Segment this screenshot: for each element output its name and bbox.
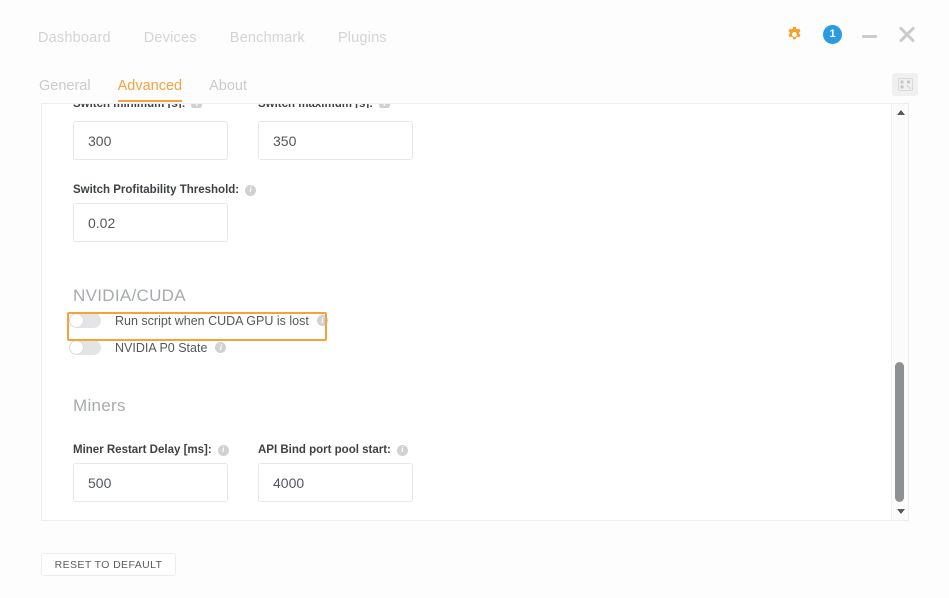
tab-advanced[interactable]: Advanced: [117, 78, 183, 102]
section-heading-miners: Miners: [73, 396, 126, 415]
switch-minimum-label-text: Switch minimum [s]:: [73, 104, 185, 108]
nav-item-plugins[interactable]: Plugins: [338, 30, 387, 46]
settings-tabs: General Advanced About: [39, 78, 247, 102]
miner-restart-delay-label: Miner Restart Delay [ms]: i: [73, 444, 229, 456]
toggle-nvidia-p0-state-label-text: NVIDIA P0 State: [115, 340, 208, 355]
api-bind-port-pool-start-label-text: API Bind port pool start:: [258, 444, 391, 456]
switch-maximum-label: Switch maximum [s]: i: [258, 104, 413, 108]
switch-minimum-field: [73, 121, 228, 160]
toggle-nvidia-p0-state[interactable]: [69, 340, 101, 355]
section-heading-nvidia: NVIDIA/CUDA: [73, 286, 186, 305]
toggle-row-run-script: Run script when CUDA GPU is lost i: [69, 313, 328, 328]
switch-profitability-field: Switch Profitability Threshold: i: [73, 184, 257, 242]
window-controls: 1: [785, 24, 917, 44]
miner-restart-delay-label-text: Miner Restart Delay [ms]:: [73, 444, 212, 456]
switch-profitability-label: Switch Profitability Threshold: i: [73, 184, 257, 196]
nav-item-dashboard[interactable]: Dashboard: [38, 30, 111, 46]
scrollbar-thumb[interactable]: [895, 362, 904, 502]
clipped-field-labels: Switch minimum [s]: i Switch maximum [s]…: [73, 104, 413, 108]
scroll-up-icon[interactable]: [892, 104, 908, 121]
nav-item-devices[interactable]: Devices: [144, 30, 197, 46]
info-icon[interactable]: i: [379, 104, 391, 108]
switch-profitability-label-text: Switch Profitability Threshold:: [73, 184, 240, 196]
switch-maximum-input[interactable]: [258, 121, 413, 160]
main-navigation: Dashboard Devices Benchmark Plugins: [38, 30, 387, 46]
qr-code-icon[interactable]: [892, 73, 918, 96]
switch-maximum-label-text: Switch maximum [s]:: [258, 104, 373, 108]
notification-badge[interactable]: 1: [823, 24, 842, 44]
gear-icon[interactable]: [785, 25, 804, 44]
title-bar: Dashboard Devices Benchmark Plugins 1: [0, 0, 949, 66]
switch-profitability-row: Switch Profitability Threshold: i: [73, 184, 257, 242]
info-icon[interactable]: i: [191, 104, 203, 108]
toggle-nvidia-p0-state-label: NVIDIA P0 State i: [115, 340, 227, 355]
switch-profitability-input[interactable]: [73, 203, 228, 242]
miners-fields-row: Miner Restart Delay [ms]: i API Bind por…: [73, 444, 413, 502]
info-icon[interactable]: i: [316, 315, 328, 326]
application-window: Dashboard Devices Benchmark Plugins 1 Ge…: [0, 0, 949, 598]
tab-general[interactable]: General: [39, 78, 91, 100]
miner-restart-delay-input[interactable]: [73, 463, 228, 502]
scroll-down-icon[interactable]: [892, 503, 908, 520]
api-bind-port-pool-start-field: API Bind port pool start: i: [258, 444, 413, 502]
api-bind-port-pool-start-input[interactable]: [258, 463, 413, 502]
toggle-run-script-label: Run script when CUDA GPU is lost i: [115, 314, 328, 328]
info-icon[interactable]: i: [217, 444, 229, 456]
toggle-run-script-when-cuda-gpu-lost[interactable]: [69, 313, 101, 328]
toggle-row-p0-state: NVIDIA P0 State i: [69, 340, 227, 355]
toggle-run-script-label-text: Run script when CUDA GPU is lost: [115, 313, 309, 328]
tab-about[interactable]: About: [209, 78, 247, 100]
switch-minimum-label: Switch minimum [s]: i: [73, 104, 228, 108]
switch-range-row: [73, 121, 413, 160]
miner-restart-delay-field: Miner Restart Delay [ms]: i: [73, 444, 229, 502]
info-icon[interactable]: i: [215, 342, 227, 353]
close-icon[interactable]: [897, 24, 917, 44]
nav-item-benchmark[interactable]: Benchmark: [230, 30, 305, 46]
info-icon[interactable]: i: [245, 184, 257, 196]
switch-minimum-input[interactable]: [73, 121, 228, 160]
panel-scrollbar[interactable]: [891, 104, 908, 520]
minimize-icon[interactable]: [861, 26, 878, 43]
advanced-settings-panel: Switch minimum [s]: i Switch maximum [s]…: [41, 103, 909, 521]
api-bind-port-pool-start-label: API Bind port pool start: i: [258, 444, 413, 456]
info-icon[interactable]: i: [396, 444, 408, 456]
switch-maximum-field: [258, 121, 413, 160]
reset-to-default-button[interactable]: RESET TO DEFAULT: [41, 553, 176, 576]
